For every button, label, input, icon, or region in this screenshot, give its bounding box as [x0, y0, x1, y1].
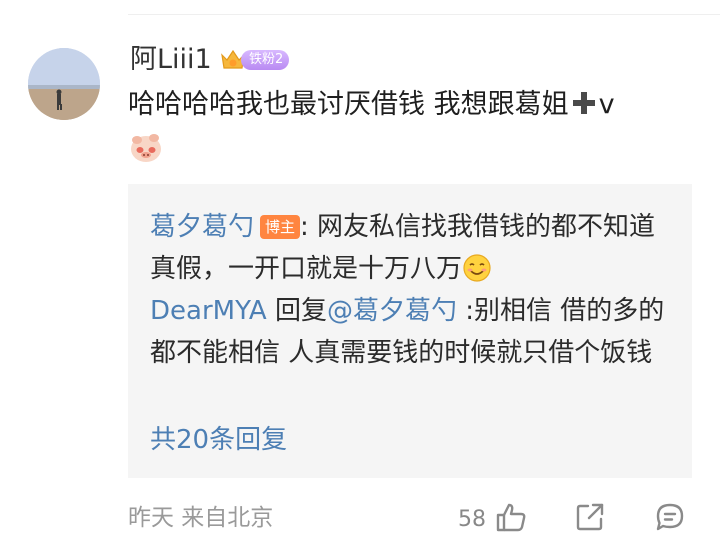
comment-icon[interactable]: [654, 501, 686, 533]
heavy-plus-icon: [572, 92, 595, 114]
time-location: 昨天 来自北京: [128, 505, 274, 531]
more-replies-link[interactable]: 共20条回复: [150, 420, 287, 460]
reply-box[interactable]: 葛夕葛勺 博主: 网友私信找我借钱的都不知道真假，一开口就是十万八万 DearMY…: [128, 184, 692, 478]
reply-word: 回复: [266, 296, 327, 326]
avatar[interactable]: [28, 48, 100, 120]
shy-pig-emoji-icon: [131, 134, 161, 162]
reply-item[interactable]: 葛夕葛勺 博主: 网友私信找我借钱的都不知道真假，一开口就是十万八万: [150, 206, 672, 290]
fan-badge[interactable]: 铁粉2: [219, 46, 290, 74]
host-badge: 博主: [260, 215, 301, 239]
comment-text-main: 哈哈哈哈我也最讨厌借钱 我想跟葛姐: [128, 89, 569, 120]
reply-author[interactable]: 葛夕葛勺: [150, 212, 254, 242]
smiling-face-icon: [463, 254, 491, 282]
badge-label: 铁粉2: [241, 50, 290, 70]
reply-author[interactable]: DearMYA: [150, 296, 267, 326]
share-icon[interactable]: [574, 501, 606, 533]
comment-text: 哈哈哈哈我也最讨厌借钱 我想跟葛姐 v: [128, 86, 615, 124]
reply-item[interactable]: DearMYA 回复@葛夕葛勺 :别相信 借的多的都不能相信 人真需要钱的时候就…: [150, 290, 672, 374]
username[interactable]: 阿Liii1: [130, 44, 212, 76]
comment-text-tail: v: [598, 89, 615, 120]
like-count: 58: [458, 507, 486, 532]
thumbs-up-icon[interactable]: [494, 500, 528, 534]
mention-link[interactable]: @葛夕葛勺: [327, 296, 457, 326]
avatar-photo: [28, 48, 100, 120]
top-divider: [128, 14, 720, 15]
